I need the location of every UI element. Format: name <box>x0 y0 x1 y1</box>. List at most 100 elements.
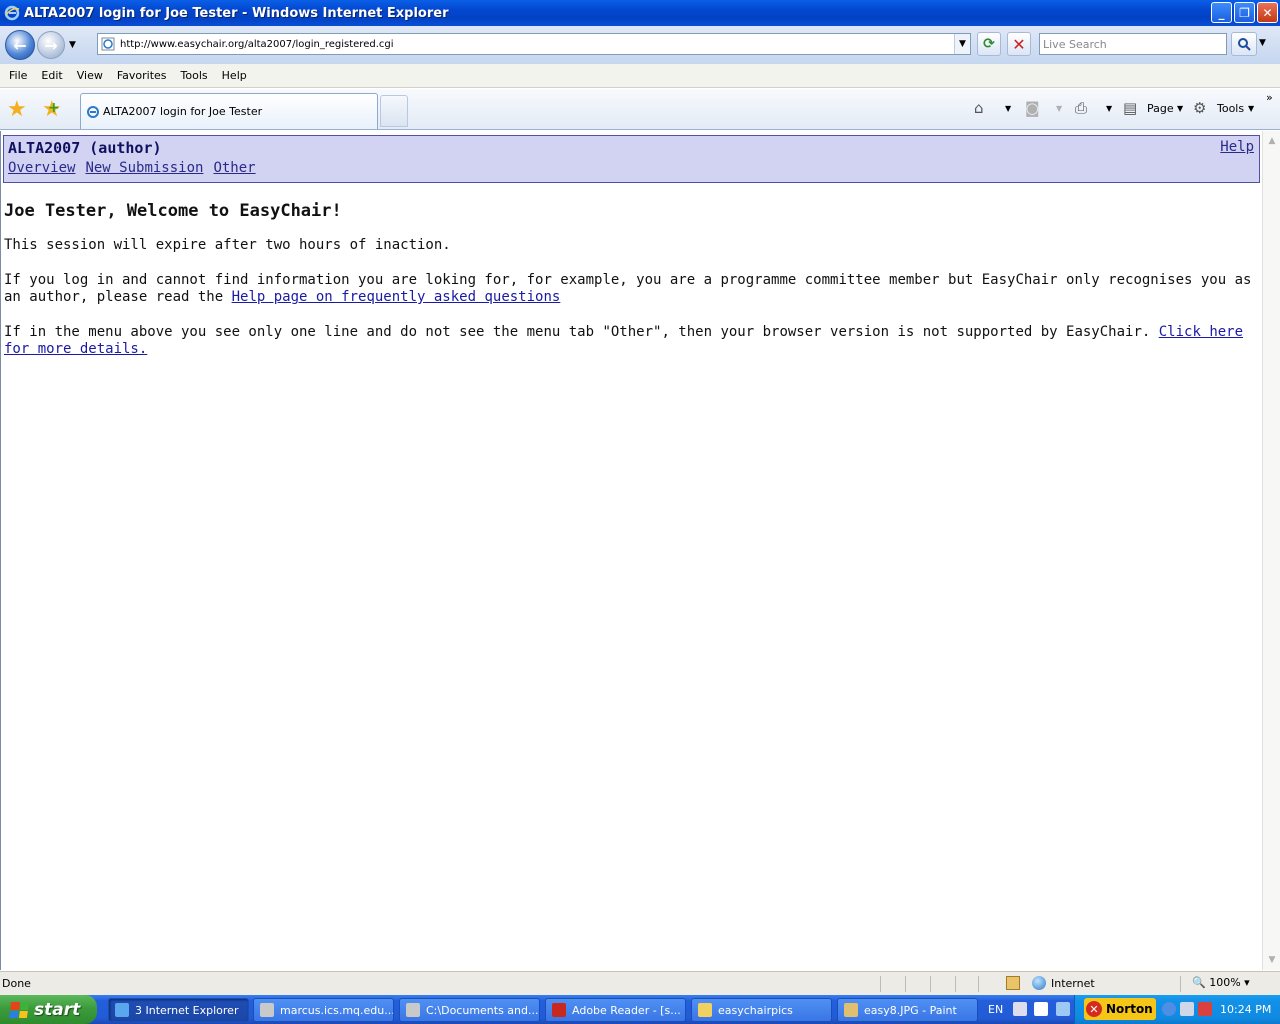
putty-icon <box>406 1003 420 1017</box>
back-button[interactable]: ← <box>5 30 35 60</box>
tab-ie-icon <box>87 105 99 118</box>
tools-menu-button[interactable]: Tools <box>1217 102 1244 115</box>
status-divider <box>930 976 931 992</box>
menu-edit[interactable]: Edit <box>41 69 62 82</box>
globe-icon <box>1032 976 1046 990</box>
browser-paragraph: If in the menu above you see only one li… <box>4 324 1256 358</box>
scroll-down-arrow-icon[interactable]: ▼ <box>1265 953 1279 967</box>
status-divider <box>1180 976 1181 992</box>
zone-label: Internet <box>1051 976 1095 990</box>
network-icon[interactable] <box>1180 1002 1194 1016</box>
help-link[interactable]: Help <box>1220 139 1254 155</box>
ie-logo-icon <box>4 5 20 21</box>
start-button[interactable]: start <box>0 995 97 1024</box>
windows-flag-icon <box>8 1001 30 1018</box>
easychair-menu: Overview New Submission Other <box>8 160 256 176</box>
start-label: start <box>34 999 81 1020</box>
menu-tools[interactable]: Tools <box>181 69 208 82</box>
address-toolbar: ← → ▼ http://www.easychair.org/alta2007/… <box>0 26 1280 64</box>
taskbar-item-easychairpics[interactable]: easychairpics <box>691 998 832 1022</box>
ie-icon <box>115 1003 129 1017</box>
feeds-icon[interactable]: ◙ <box>1025 99 1040 117</box>
status-divider <box>978 976 979 992</box>
search-options-dropdown[interactable]: ▼ <box>1259 38 1266 48</box>
address-url[interactable]: http://www.easychair.org/alta2007/login_… <box>120 39 394 50</box>
scroll-up-arrow-icon[interactable]: ▲ <box>1265 134 1279 148</box>
clock[interactable]: 10:24 PM <box>1220 1003 1271 1016</box>
status-divider <box>905 976 906 992</box>
search-icon <box>1238 38 1251 51</box>
menu-view[interactable]: View <box>77 69 103 82</box>
window-titlebar: ALTA2007 login for Joe Tester - Windows … <box>0 0 1280 26</box>
tab-toolbar: ★ ★ + ALTA2007 login for Joe Tester ⌂ ▼ ◙… <box>0 89 1280 130</box>
norton-alert-icon: ✕ <box>1086 1001 1102 1017</box>
menu-other-link[interactable]: Other <box>213 160 255 176</box>
session-note: This session will expire after two hours… <box>4 237 451 253</box>
search-input[interactable]: Live Search <box>1039 33 1227 55</box>
add-favorites-icon[interactable]: ★ + <box>42 97 62 122</box>
putty-icon <box>260 1003 274 1017</box>
keyboard-icon[interactable] <box>1013 1002 1027 1016</box>
menu-overview-link[interactable]: Overview <box>8 160 75 176</box>
tools-dropdown[interactable]: ▼ <box>1248 104 1254 113</box>
page-content: ALTA2007 (author) Help Overview New Subm… <box>0 131 1262 970</box>
menu-new-submission-link[interactable]: New Submission <box>85 160 203 176</box>
tools-gear-icon: ⚙ <box>1193 99 1207 117</box>
home-dropdown[interactable]: ▼ <box>1005 104 1011 113</box>
welcome-heading: Joe Tester, Welcome to EasyChair! <box>4 201 342 221</box>
page-icon: ▤ <box>1123 99 1138 117</box>
help-icon[interactable] <box>1034 1002 1048 1016</box>
restore-icon[interactable] <box>1056 1002 1070 1016</box>
minimize-button[interactable]: _ <box>1211 2 1232 23</box>
tab-active[interactable]: ALTA2007 login for Joe Tester <box>80 93 378 129</box>
folder-icon <box>698 1003 712 1017</box>
menu-file[interactable]: File <box>9 69 27 82</box>
taskbar-item-internet-explorer[interactable]: 3 Internet Explorer ▼ <box>108 998 249 1022</box>
new-tab-button[interactable] <box>380 95 408 127</box>
status-text: Done <box>2 977 31 990</box>
norton-tray[interactable]: ✕ Norton <box>1084 998 1156 1020</box>
address-dropdown-button[interactable]: ▼ <box>954 34 970 54</box>
menu-help[interactable]: Help <box>222 69 247 82</box>
stop-button[interactable]: ✕ <box>1007 32 1031 56</box>
vertical-scrollbar[interactable]: ▲ ▼ <box>1262 131 1280 970</box>
print-icon[interactable]: ⎙ <box>1075 99 1087 117</box>
security-tray-icon[interactable] <box>1198 1002 1212 1016</box>
status-divider <box>955 976 956 992</box>
feeds-dropdown[interactable]: ▼ <box>1056 104 1062 113</box>
search-button[interactable] <box>1231 32 1257 56</box>
language-indicator[interactable]: EN <box>988 1003 1003 1016</box>
print-dropdown[interactable]: ▼ <box>1106 104 1112 113</box>
adobe-icon <box>552 1003 566 1017</box>
taskbar-item-adobe-reader[interactable]: Adobe Reader - [s... <box>545 998 686 1022</box>
tray-expand-icon[interactable] <box>1162 1002 1176 1016</box>
faq-link[interactable]: Help page on frequently asked questions <box>232 289 561 305</box>
status-divider <box>880 976 881 992</box>
faq-text: If you log in and cannot find informatio… <box>4 272 1252 305</box>
tab-label: ALTA2007 login for Joe Tester <box>103 105 263 118</box>
easychair-header: ALTA2007 (author) Help Overview New Subm… <box>3 135 1260 183</box>
address-bar[interactable]: http://www.easychair.org/alta2007/login_… <box>97 33 971 55</box>
faq-paragraph: If you log in and cannot find informatio… <box>4 272 1256 306</box>
taskbar-item-paint[interactable]: easy8.JPG - Paint <box>837 998 978 1022</box>
taskbar-item-documents[interactable]: C:\Documents and... <box>399 998 540 1022</box>
toolbar-overflow-chevron-icon[interactable]: » <box>1266 91 1273 104</box>
page-menu-button[interactable]: Page <box>1147 102 1174 115</box>
menu-favorites[interactable]: Favorites <box>117 69 167 82</box>
protected-mode-icon[interactable] <box>1006 976 1020 990</box>
favorites-center-icon[interactable]: ★ <box>7 97 27 122</box>
security-zone[interactable]: Internet <box>1032 976 1095 990</box>
home-icon[interactable]: ⌂ <box>974 99 984 117</box>
page-dropdown[interactable]: ▼ <box>1177 104 1183 113</box>
paint-icon <box>844 1003 858 1017</box>
refresh-button[interactable]: ⟳ <box>977 32 1001 56</box>
taskbar-item-marcus[interactable]: marcus.ics.mq.edu... <box>253 998 394 1022</box>
close-button[interactable]: ✕ <box>1257 2 1278 23</box>
page-body: Joe Tester, Welcome to EasyChair! This s… <box>4 201 1256 376</box>
forward-button[interactable]: → <box>37 31 65 59</box>
window-title: ALTA2007 login for Joe Tester - Windows … <box>24 5 449 21</box>
zoom-control[interactable]: 🔍 100% ▾ <box>1192 976 1250 989</box>
restore-button[interactable]: ❐ <box>1234 2 1255 23</box>
status-bar: Done Internet 🔍 100% ▾ <box>0 971 1280 995</box>
recent-pages-dropdown[interactable]: ▼ <box>69 40 76 50</box>
